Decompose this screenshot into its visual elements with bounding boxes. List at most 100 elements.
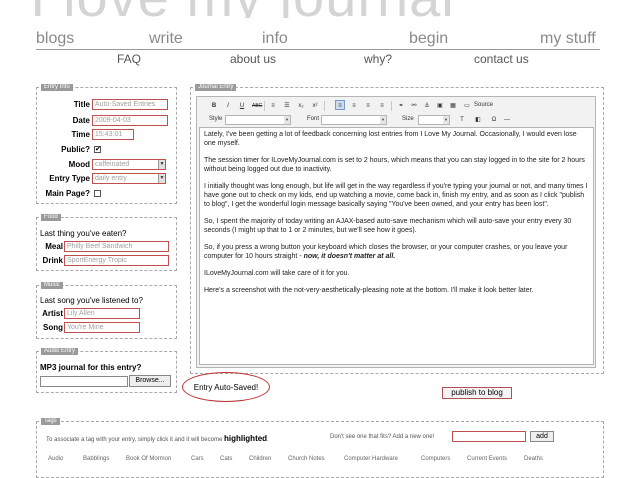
nav-write[interactable]: write [149, 30, 183, 48]
tag-item[interactable]: Deaths [524, 456, 543, 462]
date-input[interactable]: 2009-04-03 [92, 115, 168, 126]
tag-item[interactable]: Audio [48, 456, 63, 462]
editor-toolbar-row-1: B I U ABC ≡ ☰ x₂ x² ≡ ≡ ≡ ≡ ⚭ ⚯ ⚓ ▣ ▦ ▭ … [199, 100, 595, 112]
paragraph: Lately, I've been getting a lot of feedb… [204, 131, 577, 147]
nav-my-stuff[interactable]: my stuff [540, 30, 596, 48]
secondary-nav: FAQ about us why? contact us [0, 52, 640, 68]
tags-hint-highlight: highlighted [223, 434, 268, 443]
nav-contact-us[interactable]: contact us [474, 52, 529, 66]
toolbar-separator [264, 101, 265, 111]
omega-icon[interactable]: Ω [489, 114, 499, 124]
bulleted-list-icon[interactable]: ☰ [282, 100, 292, 110]
music-legend: Music [41, 282, 63, 289]
image-icon[interactable]: ▣ [435, 100, 445, 110]
new-tag-input[interactable] [452, 431, 526, 442]
align-right-icon[interactable]: ≡ [363, 100, 373, 110]
source-icon[interactable]: ▭ [462, 100, 472, 110]
italic-button[interactable]: I [223, 100, 233, 110]
artist-input[interactable]: Lily Allen [64, 308, 140, 319]
style-select[interactable]: ▼ [225, 115, 291, 125]
journal-legend: Journal Entry [195, 84, 237, 91]
paragraph: So, if you press a wrong button your key… [204, 243, 589, 261]
chevron-down-icon: ▼ [380, 116, 386, 124]
tags-hint-text: To associate a tag with your entry, simp… [46, 437, 223, 443]
nav-info[interactable]: info [262, 30, 288, 48]
publish-button[interactable]: publish to blog [442, 387, 512, 399]
food-legend: Food [41, 214, 61, 221]
meal-input[interactable]: Philly Beef Sandwich [64, 241, 169, 252]
tag-item[interactable]: Church Notes [288, 456, 325, 462]
tag-item[interactable]: Computers [421, 456, 450, 462]
chevron-down-icon: ▼ [158, 160, 165, 169]
nav-faq[interactable]: FAQ [117, 52, 141, 66]
underline-button[interactable]: U [237, 100, 247, 110]
song-label: Song [43, 323, 63, 332]
background-color-icon[interactable]: ◧ [473, 114, 483, 124]
chevron-down-icon: ▼ [284, 116, 290, 124]
chevron-down-icon: ▼ [443, 116, 449, 124]
tag-item[interactable]: Current Events [467, 456, 507, 462]
tag-item[interactable]: Computer Hardware [344, 456, 398, 462]
unlink-icon[interactable]: ⚯ [409, 100, 419, 110]
meal-label: Meal [45, 242, 63, 251]
auto-saved-status: Entry Auto-Saved! [182, 372, 270, 402]
tag-item[interactable]: Children [249, 456, 271, 462]
rich-text-editor: B I U ABC ≡ ☰ x₂ x² ≡ ≡ ≡ ≡ ⚭ ⚯ ⚓ ▣ ▦ ▭ … [196, 96, 596, 368]
align-center-icon[interactable]: ≡ [349, 100, 359, 110]
paragraph: I initially thought was long enough, but… [204, 183, 588, 208]
tags-panel: Tags [36, 418, 604, 478]
time-label: Time [71, 130, 90, 139]
strikethrough-button[interactable]: ABC [251, 100, 262, 110]
tag-item[interactable]: Book Of Mormon [126, 456, 171, 462]
entry-type-select[interactable]: daily entry ▼ [92, 173, 166, 184]
font-select[interactable]: ▼ [321, 115, 387, 125]
mp3-file-input[interactable] [40, 376, 128, 387]
audio-legend: Audio Entry [41, 348, 79, 355]
nav-blogs[interactable]: blogs [36, 30, 74, 48]
mood-value: caffeinated [95, 161, 130, 168]
nav-begin[interactable]: begin [409, 30, 448, 48]
tags-legend: Tags [41, 418, 60, 425]
nav-about-us[interactable]: about us [230, 52, 276, 66]
tag-item[interactable]: Babblings [83, 456, 109, 462]
paragraph: ILoveMyJournal.com will take care of it … [204, 270, 350, 277]
nav-divider [36, 49, 600, 50]
table-icon[interactable]: ▦ [448, 100, 458, 110]
toolbar-separator [391, 101, 392, 111]
food-question: Last thing you've eaten? [40, 229, 127, 238]
song-input[interactable]: You're Mine [64, 322, 140, 333]
source-button[interactable]: Source [474, 100, 493, 110]
time-input[interactable]: 15:43:01 [92, 129, 134, 140]
audio-question: MP3 journal for this entry? [40, 363, 142, 372]
editor-content[interactable]: Lately, I've been getting a lot of feedb… [199, 127, 594, 365]
align-justify-icon[interactable]: ≡ [377, 100, 387, 110]
drink-input[interactable]: SportEnergy Tropic [64, 255, 169, 266]
mood-select[interactable]: caffeinated ▼ [92, 159, 166, 170]
title-input[interactable]: Auto-Saved Entries [92, 99, 168, 110]
size-select[interactable]: ▼ [418, 115, 450, 125]
paragraph: Here's a screenshot with the not-very-ae… [204, 287, 534, 294]
browse-button[interactable]: Browse... [129, 375, 171, 387]
nav-why[interactable]: why? [364, 52, 392, 66]
main-page-checkbox[interactable] [94, 190, 101, 197]
public-label: Public? [61, 145, 90, 154]
add-tag-button[interactable]: add [530, 431, 554, 442]
tag-item[interactable]: Cats [220, 456, 232, 462]
chevron-down-icon: ▼ [158, 174, 165, 183]
text-color-icon[interactable]: T [457, 114, 467, 124]
emphasis-text: now, it doesn't matter at all. [303, 253, 396, 260]
link-icon[interactable]: ⚭ [396, 100, 406, 110]
anchor-icon[interactable]: ⚓ [422, 100, 432, 110]
entry-info-legend: Entry Info [41, 84, 73, 91]
paragraph: So, I spent the majority of today writin… [204, 218, 572, 234]
numbered-list-icon[interactable]: ≡ [268, 100, 278, 110]
toolbar-separator [324, 101, 325, 111]
horizontal-rule-icon[interactable]: — [502, 114, 512, 124]
subscript-icon[interactable]: x₂ [296, 100, 306, 110]
size-label: Size [402, 116, 414, 122]
superscript-icon[interactable]: x² [310, 100, 320, 110]
bold-button[interactable]: B [209, 100, 219, 110]
align-left-icon[interactable]: ≡ [335, 100, 345, 110]
public-checkbox[interactable]: ✔ [94, 146, 101, 153]
tag-item[interactable]: Cars [191, 456, 204, 462]
